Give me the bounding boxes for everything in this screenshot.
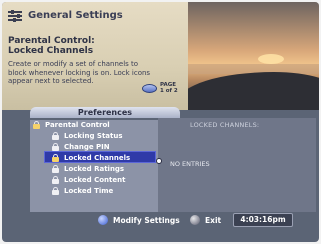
page-value: 1 of 2	[160, 88, 178, 94]
menu-item-label: Locking Status	[64, 131, 123, 140]
page-title: General Settings	[28, 9, 123, 21]
content-label: LOCKED CHANNELS:	[190, 121, 260, 129]
settings-header: General Settings	[8, 6, 123, 24]
section-description: Create or modify a set of channels to bl…	[8, 60, 151, 85]
page-button-icon	[142, 83, 157, 93]
empty-state-text: NO ENTRIES	[170, 160, 210, 168]
menu-item-label: Locked Content	[64, 175, 126, 184]
live-video-preview	[188, 2, 319, 110]
menu-item-locked-ratings[interactable]: Locked Ratings	[52, 163, 124, 174]
lock-icon	[33, 120, 40, 129]
section-title: Parental Control: Locked Channels	[8, 36, 95, 56]
menu-item-locked-time[interactable]: Locked Time	[52, 185, 113, 196]
exit-label: Exit	[205, 215, 222, 225]
menu-item-label: Locked Ratings	[64, 164, 125, 173]
section-title-line2: Locked Channels	[8, 46, 94, 56]
menu-item-label: Locked Channels	[64, 153, 131, 162]
menu-item-label: Parental Control	[45, 120, 110, 129]
menu-item-locked-channels[interactable]: Locked Channels	[52, 152, 130, 163]
settings-icon	[8, 9, 22, 22]
menu-item-locked-content[interactable]: Locked Content	[52, 174, 125, 185]
selection-pointer-icon	[156, 158, 162, 164]
exit-button[interactable]: Exit	[190, 215, 221, 225]
gray-button-icon	[190, 215, 200, 225]
menu-item-locking-status[interactable]: Locking Status	[52, 130, 123, 141]
lock-icon	[52, 175, 59, 184]
page-indicator[interactable]: PAGE 1 of 2	[142, 82, 178, 94]
clock-display: 4:03:16pm	[233, 213, 293, 227]
section-title-line1: Parental Control:	[8, 36, 95, 46]
menu-item-change-pin[interactable]: Change PIN	[52, 141, 110, 152]
lock-icon	[52, 131, 59, 140]
menu-item-label: Locked Time	[64, 186, 114, 195]
lock-icon	[52, 164, 59, 173]
preferences-heading: Preferences	[30, 107, 180, 118]
menu-item-label: Change PIN	[64, 142, 110, 151]
menu-item-parental-control[interactable]: Parental Control	[33, 119, 110, 130]
lock-icon	[52, 153, 59, 162]
lock-icon	[52, 186, 59, 195]
blue-button-icon	[98, 215, 108, 225]
modify-settings-button[interactable]: Modify Settings	[98, 215, 180, 225]
modify-settings-label: Modify Settings	[113, 215, 180, 225]
lock-icon	[52, 142, 59, 151]
